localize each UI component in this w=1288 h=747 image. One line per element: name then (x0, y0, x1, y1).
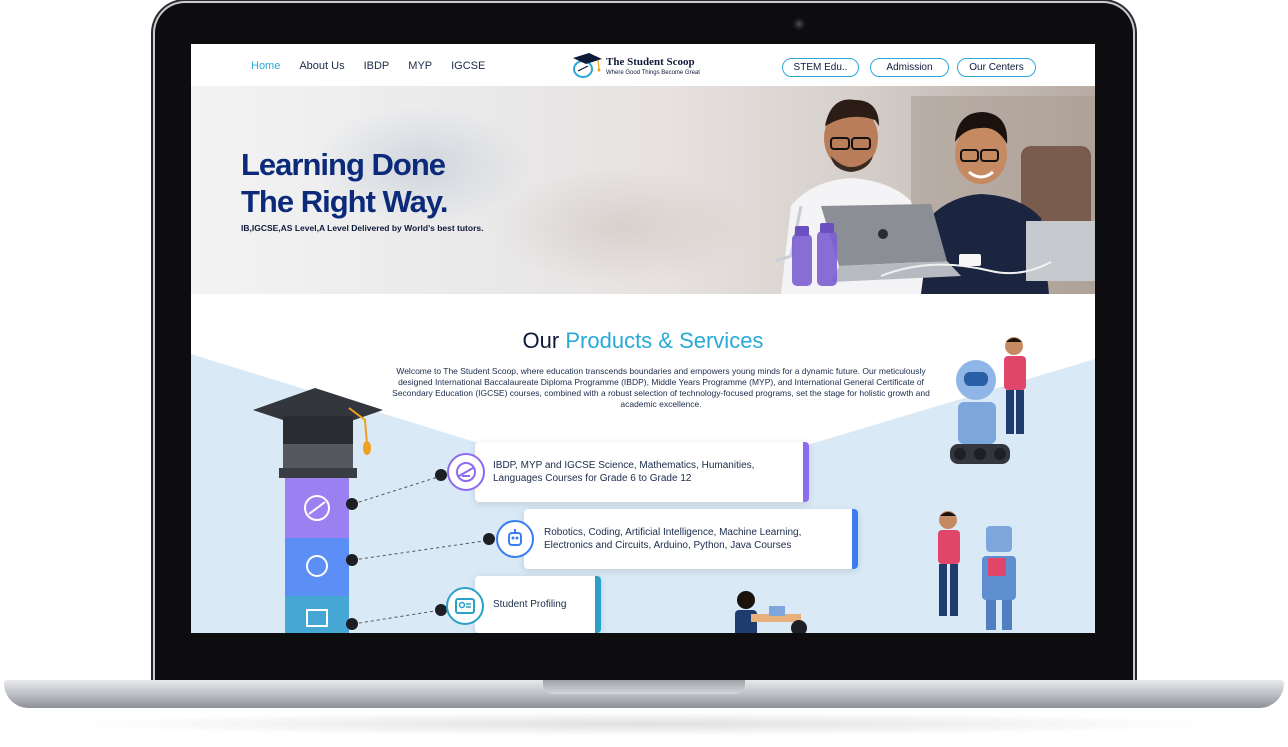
robot-builder-illustration (938, 511, 1016, 630)
service-card-accent (595, 576, 601, 633)
products-title-part2: Products & Services (565, 328, 764, 353)
products-description: Welcome to The Student Scoop, where educ… (392, 366, 930, 409)
nav-link-ibdp[interactable]: IBDP (364, 60, 390, 72)
logo-title: The Student Scoop (606, 56, 695, 68)
service-card-profiling[interactable]: Student Profiling (475, 576, 601, 633)
connector-dot (346, 498, 358, 510)
nav-links: Home About Us IBDP MYP IGCSE (251, 60, 485, 72)
connector-dot (435, 469, 447, 481)
protractor-icon (447, 453, 485, 491)
service-card-text: Student Profiling (493, 599, 567, 610)
robot-head-icon (496, 520, 534, 558)
connector-dot (346, 618, 358, 630)
hero-banner: Learning Done The Right Way. IB,IGCSE,AS… (191, 86, 1095, 294)
nav-link-igcse[interactable]: IGCSE (451, 60, 485, 72)
laptop-shadow (60, 712, 1228, 736)
service-card-academics[interactable]: IBDP, MYP and IGCSE Science, Mathematics… (475, 442, 809, 502)
top-nav: Home About Us IBDP MYP IGCSE The Student… (191, 44, 1095, 88)
site-logo[interactable]: The Student Scoop Where Good Things Beco… (569, 52, 729, 80)
website-screen: Home About Us IBDP MYP IGCSE The Student… (191, 44, 1095, 633)
service-card-text: Robotics, Coding, Artificial Intelligenc… (544, 527, 802, 551)
admission-button[interactable]: Admission (870, 58, 949, 77)
service-card-technology[interactable]: Robotics, Coding, Artificial Intelligenc… (524, 509, 858, 569)
service-card-accent (803, 442, 809, 502)
webcam-icon (793, 18, 805, 30)
our-centers-button[interactable]: Our Centers (957, 58, 1036, 77)
nav-link-home[interactable]: Home (251, 60, 280, 72)
hero-title-line2: The Right Way. (241, 184, 448, 219)
logo-tagline: Where Good Things Become Great (606, 70, 700, 76)
hero-title-line1: Learning Done (241, 147, 446, 182)
laptop-notch (543, 680, 745, 694)
service-card-accent (852, 509, 858, 569)
products-title-part1: Our (522, 328, 560, 353)
nav-link-myp[interactable]: MYP (408, 60, 432, 72)
hero-subtitle: IB,IGCSE,AS Level,A Level Delivered by W… (241, 223, 484, 233)
student-desk-illustration (735, 591, 807, 633)
nav-link-about-us[interactable]: About Us (299, 60, 344, 72)
hero-title: Learning Done The Right Way. (241, 146, 448, 220)
service-card-text: IBDP, MYP and IGCSE Science, Mathematics… (493, 460, 755, 484)
connector-dot (346, 554, 358, 566)
connector-dot (483, 533, 495, 545)
stem-edu-button[interactable]: STEM Edu.. (782, 58, 859, 77)
robot-and-kid-illustration (950, 337, 1026, 464)
profile-card-icon (446, 587, 484, 625)
logo-graduation-icon (573, 53, 602, 78)
